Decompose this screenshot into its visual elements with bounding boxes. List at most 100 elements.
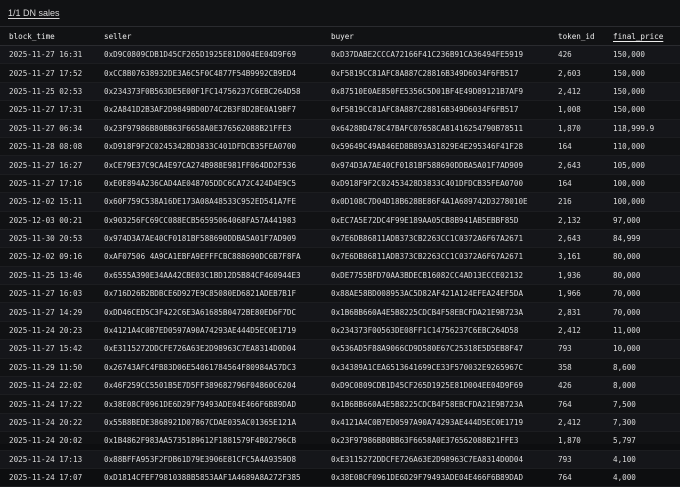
- column-header-token-id[interactable]: token_id: [549, 27, 604, 46]
- cell-final-price: 8,000: [613, 381, 636, 391]
- cell-block-time: 2025-11-27 06:34: [9, 123, 83, 133]
- cell-buyer: 0xDE7755BFD70AA3BDECB16082CC4AD13ECCE021…: [331, 270, 524, 280]
- cell-buyer: 0x1B6BB660A4E5B8225CDCB4F58EBCFDA21E9B72…: [331, 307, 524, 317]
- cell-block-time: 2025-11-25 13:46: [9, 270, 83, 280]
- results-title-link[interactable]: 1/1 DN sales: [8, 8, 60, 18]
- cell-block-time: 2025-11-27 16:27: [9, 160, 83, 170]
- column-header-buyer[interactable]: buyer: [322, 27, 549, 46]
- cell-final-price: 100,000: [613, 197, 646, 207]
- cell-token-id: 764: [558, 473, 572, 483]
- cell-token-id: 2,603: [558, 68, 581, 78]
- cell-block-time: 2025-11-28 08:08: [9, 142, 83, 152]
- results-title[interactable]: 1/1 DN sales: [0, 0, 680, 24]
- cell-block-time: 2025-11-27 17:52: [9, 68, 83, 78]
- cell-token-id: 2,643: [558, 160, 581, 170]
- cell-seller: 0x26743AFC4FB83D06E54061784564F80984A57D…: [104, 362, 297, 372]
- cell-token-id: 216: [558, 197, 572, 207]
- cell-buyer: 0xEC7A5E72DC4F99E189AA05CB8B941AB5EBBF85…: [331, 215, 519, 225]
- cell-buyer: 0x4121A4C0B7ED0597A90A74293AE444D5EC0E17…: [331, 418, 524, 427]
- cell-buyer: 0x59649C49A846ED8B893A31829E4E295346F41F…: [331, 142, 524, 152]
- table-row: 2025-11-27 16:03 0x716D26B2BDBCE6D927E9C8…: [0, 285, 680, 303]
- table-row: 2025-11-27 17:52 0xCC8B07638932DE3A6C5F0C…: [0, 64, 680, 83]
- cell-buyer: 0x88AE58BD008953AC5D82AF421A124EFEA24EF5…: [331, 289, 524, 299]
- cell-token-id: 2,412: [558, 418, 581, 427]
- cell-block-time: 2025-11-27 17:31: [9, 105, 83, 115]
- cell-final-price: 105,000: [613, 160, 646, 170]
- cell-seller: 0x1B4862F983AA5735189612F1881579F4B02796…: [104, 436, 297, 446]
- cell-block-time: 2025-12-03 00:21: [9, 215, 83, 225]
- cell-seller: 0x4121A4C0B7ED0597A90A74293AE444D5EC0E17…: [104, 326, 297, 336]
- cell-token-id: 2,831: [558, 307, 581, 317]
- cell-seller: 0x6555A390E34AA42CBE03C1BD12D5B84CF46094…: [104, 270, 301, 280]
- cell-block-time: 2025-11-24 20:23: [9, 326, 83, 336]
- cell-block-time: 2025-11-24 20:02: [9, 436, 83, 446]
- cell-seller: 0x974D3A7AE40CF0181BF588690DDBA5A01F7AD9…: [104, 234, 297, 244]
- cell-block-time: 2025-11-27 15:42: [9, 344, 83, 354]
- cell-final-price: 118,999.9: [613, 123, 655, 133]
- cell-token-id: 1,870: [558, 123, 581, 133]
- cell-token-id: 358: [558, 362, 572, 372]
- cell-final-price: 5,797: [613, 436, 636, 446]
- cell-seller: 0xAF07506 4A9CA1EBFA9EFFFCBC888690DC6B7F…: [104, 252, 301, 262]
- cell-block-time: 2025-12-02 09:16: [9, 252, 83, 262]
- table-row: 2025-11-27 14:29 0xDD46CED5C3F422C6E3A616…: [0, 302, 680, 322]
- cell-block-time: 2025-11-24 17:13: [9, 454, 83, 464]
- cell-block-time: 2025-11-25 02:53: [9, 86, 83, 96]
- table-row: 2025-12-02 15:11 0x60F759C538A16DE173A08A…: [0, 192, 680, 212]
- cell-buyer: 0x23F97986B80BB63F6658A0E376562088B21FFE…: [331, 436, 519, 446]
- column-header-seller[interactable]: seller: [95, 27, 322, 46]
- cell-block-time: 2025-12-02 15:11: [9, 197, 83, 207]
- cell-seller: 0x38E08CF0961DE6D29F79493ADE04E466F6B89D…: [104, 399, 297, 409]
- sorted-column-label[interactable]: final_price: [613, 32, 663, 41]
- cell-final-price: 110,000: [613, 142, 646, 152]
- cell-buyer: 0x974D3A7AE40CF0181BF588690DDBA5A01F7AD9…: [331, 160, 524, 170]
- cell-block-time: 2025-11-24 17:07: [9, 473, 83, 483]
- sales-table: block_time seller buyer token_id final_p…: [0, 26, 680, 487]
- cell-block-time: 2025-11-27 17:16: [9, 178, 83, 188]
- cell-final-price: 8,600: [613, 362, 636, 372]
- cell-token-id: 793: [558, 344, 572, 354]
- cell-buyer: 0x38E08CF0961DE6D29F79493ADE04E466F6B89D…: [331, 473, 524, 483]
- cell-final-price: 7,300: [613, 418, 636, 427]
- cell-buyer: 0x34389A1CEA6513641699CE33F570032E926596…: [331, 362, 524, 372]
- cell-token-id: 164: [558, 142, 572, 152]
- table-row: 2025-11-28 08:08 0xD918F9F2C02453428D3833…: [0, 137, 680, 156]
- table-header-row: block_time seller buyer token_id final_p…: [0, 26, 680, 46]
- cell-final-price: 11,000: [613, 326, 641, 336]
- cell-block-time: 2025-11-24 17:22: [9, 399, 83, 409]
- cell-seller: 0xE0E894A236CAD4AE048705DDC6CA72C424D4E9…: [104, 178, 297, 188]
- cell-block-time: 2025-11-27 14:29: [9, 307, 83, 317]
- cell-buyer: 0x234373F00563DE08FF1C14756237C6EBC264D5…: [331, 326, 519, 336]
- column-header-block-time[interactable]: block_time: [0, 27, 95, 46]
- cell-seller: 0xD1814CFEF79810388B5853AAF1A4689A8A272F…: [104, 473, 301, 483]
- cell-seller: 0xCE79E37C9CA4E97CA274B988E981FF064DD2F5…: [104, 160, 297, 170]
- cell-final-price: 100,000: [613, 178, 646, 188]
- column-header-final-price[interactable]: final_price: [604, 27, 680, 46]
- query-results-panel: 1/1 DN sales block_time seller buyer tok…: [0, 0, 680, 487]
- cell-token-id: 1,008: [558, 105, 581, 115]
- cell-seller: 0x46F259CC5501B5E7D5FF389682796F04860C62…: [104, 381, 297, 391]
- table-row: 2025-11-25 02:53 0x234373F0B563DE5E00F1FC…: [0, 82, 680, 101]
- cell-buyer: 0x64288D478C47BAFC07658CA81416254790B785…: [331, 123, 524, 133]
- cell-final-price: 84,999: [613, 234, 641, 244]
- cell-token-id: 3,161: [558, 252, 581, 262]
- cell-buyer: 0x7E6DB86811ADB373CB2263CC1C0372A6F67A26…: [331, 252, 524, 262]
- table-row: 2025-11-24 20:23 0x4121A4C0B7ED0597A90A74…: [0, 321, 680, 340]
- cell-seller: 0x55B8BEDE3868921D07867CDAE035AC01365E12…: [104, 418, 297, 427]
- cell-seller: 0x88BFFA953F2FDB61D79E3906E81CFC5A4A9359…: [104, 454, 297, 464]
- cell-buyer: 0x536AD5F88A9066CD9D580E67C25318E5D5EB8F…: [331, 344, 524, 354]
- cell-final-price: 7,500: [613, 399, 636, 409]
- cell-token-id: 2,643: [558, 234, 581, 244]
- cell-seller: 0xCC8B07638932DE3A6C5F0C4877F54B9992CB9E…: [104, 68, 297, 78]
- cell-seller: 0x903256FC69CC088ECB56595064068FA57A4419…: [104, 215, 297, 225]
- cell-seller: 0x23F97986B80BB63F6658A0E376562088B21FFE…: [104, 123, 292, 133]
- cell-block-time: 2025-11-27 16:31: [9, 50, 83, 60]
- cell-buyer: 0xF5819CC81AFC8A887C28816B349D6034F6FB51…: [331, 105, 519, 115]
- cell-final-price: 4,000: [613, 473, 636, 483]
- cell-buyer: 0xD37DABE2CCCA72166F41C236B91CA36494FE59…: [331, 50, 524, 60]
- cell-token-id: 426: [558, 381, 572, 391]
- cell-block-time: 2025-11-24 22:02: [9, 381, 83, 391]
- cell-block-time: 2025-11-29 11:50: [9, 362, 83, 372]
- cell-token-id: 2,132: [558, 215, 581, 225]
- cell-final-price: 10,000: [613, 344, 641, 354]
